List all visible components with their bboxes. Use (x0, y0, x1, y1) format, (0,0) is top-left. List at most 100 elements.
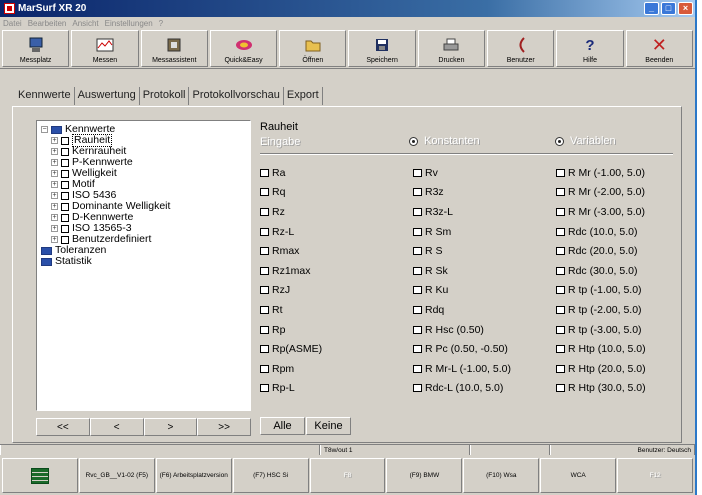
parameter-checkbox[interactable]: R tp (-1.00, 5.0) (556, 284, 680, 296)
parameter-checkbox[interactable]: R tp (-3.00, 5.0) (556, 324, 680, 336)
parameter-checkbox[interactable]: R Mr (-3.00, 5.0) (556, 206, 680, 218)
fkey-measure[interactable] (2, 458, 78, 493)
parameter-checkbox[interactable]: R Htp (30.0, 5.0) (556, 382, 680, 394)
parameter-checkbox[interactable]: Rq (260, 186, 413, 198)
fkey-f11[interactable]: WCA (540, 458, 617, 493)
drucken-button[interactable]: Drucken (417, 30, 486, 67)
tree-checkbox[interactable] (61, 147, 69, 156)
parameter-checkbox[interactable]: R tp (-2.00, 5.0) (556, 304, 680, 316)
parameter-checkbox[interactable]: Rv (413, 167, 556, 179)
tree-checkbox[interactable] (61, 213, 69, 222)
parameter-checkbox[interactable]: RzJ (260, 284, 413, 296)
fkey-f9[interactable]: (F9) BMW (386, 458, 463, 493)
menu-help[interactable]: ? (159, 19, 163, 28)
alle-button[interactable]: Alle (260, 417, 305, 435)
expand-icon[interactable]: + (51, 225, 58, 232)
parameter-checkbox[interactable]: R Htp (10.0, 5.0) (556, 343, 680, 355)
parameter-checkbox[interactable]: R Htp (20.0, 5.0) (556, 363, 680, 375)
first-button[interactable]: << (36, 418, 90, 436)
quick-easy-button[interactable]: Quick&Easy (209, 30, 278, 67)
parameter-checkbox[interactable]: R S (413, 245, 556, 257)
tab-auswertung[interactable]: Auswertung (75, 87, 140, 105)
tree-checkbox[interactable] (61, 224, 69, 233)
messplatz-button[interactable]: Messplatz (2, 30, 70, 67)
parameter-checkbox[interactable]: Rdc-L (10.0, 5.0) (413, 382, 556, 394)
checkbox-icon (556, 305, 565, 314)
expand-icon[interactable]: + (51, 148, 58, 155)
parameter-checkbox[interactable]: Rdc (30.0, 5.0) (556, 265, 680, 277)
parameter-tree[interactable]: − Kennwerte + Rauheit + Kernrauheit + P-… (36, 120, 251, 411)
beenden-button[interactable]: ✕ Beenden (625, 30, 693, 67)
parameter-checkbox[interactable]: Rp (260, 324, 413, 336)
expand-icon[interactable]: + (51, 170, 58, 177)
parameter-checkbox[interactable]: Rp-L (260, 382, 413, 394)
radio-konstanten[interactable]: Konstanten (409, 135, 480, 147)
parameter-label: R Pc (0.50, -0.50) (425, 343, 508, 356)
expand-icon[interactable]: + (51, 159, 58, 166)
parameter-checkbox[interactable]: R Ku (413, 284, 556, 296)
expand-icon[interactable]: + (51, 181, 58, 188)
parameter-checkbox[interactable]: Ra (260, 167, 413, 179)
keine-button[interactable]: Keine (306, 417, 351, 435)
maximize-icon[interactable]: □ (661, 2, 676, 15)
menu-datei[interactable]: Datei (3, 19, 22, 28)
parameter-checkbox[interactable]: R Sm (413, 226, 556, 238)
parameter-checkbox[interactable]: R3z (413, 186, 556, 198)
messen-button[interactable]: Messen (71, 30, 139, 67)
parameter-checkbox[interactable]: Rt (260, 304, 413, 316)
collapse-icon[interactable]: − (41, 126, 48, 133)
tab-kennwerte[interactable]: Kennwerte (15, 87, 75, 105)
parameter-checkbox[interactable]: Rz (260, 206, 413, 218)
expand-icon[interactable]: + (51, 137, 58, 144)
parameter-checkbox[interactable]: R Mr-L (-1.00, 5.0) (413, 363, 556, 375)
messassistent-button[interactable]: Messassistent (140, 30, 208, 67)
benutzer-button[interactable]: Benutzer (487, 30, 555, 67)
fkey-f5[interactable]: Rvc_GB__V1-02 (F5) (78, 458, 155, 493)
parameter-checkbox[interactable]: Rz-L (260, 226, 413, 238)
tree-item[interactable]: Statistik (41, 256, 246, 267)
fkey-f6[interactable]: (F6) Arbeitsplatzversion (155, 458, 232, 493)
tree-checkbox[interactable] (61, 169, 69, 178)
menu-bearbeiten[interactable]: Bearbeiten (28, 19, 67, 28)
tree-checkbox[interactable] (61, 191, 69, 200)
menu-ansicht[interactable]: Ansicht (72, 19, 98, 28)
parameter-checkbox[interactable]: R Mr (-2.00, 5.0) (556, 186, 680, 198)
tree-checkbox[interactable] (61, 136, 69, 145)
tree-checkbox[interactable] (61, 180, 69, 189)
parameter-checkbox[interactable]: Rz1max (260, 265, 413, 277)
minimize-icon[interactable]: _ (644, 2, 659, 15)
parameter-checkbox[interactable]: R Pc (0.50, -0.50) (413, 343, 556, 355)
close-icon[interactable]: × (678, 2, 693, 15)
parameter-checkbox[interactable]: R Hsc (0.50) (413, 324, 556, 336)
tab-protokollvorschau[interactable]: Protokollvorschau (189, 87, 284, 105)
tree-checkbox[interactable] (61, 158, 69, 167)
tab-export[interactable]: Export (284, 87, 323, 105)
menu-einstellungen[interactable]: Einstellungen (105, 19, 153, 28)
hilfe-button[interactable]: ? Hilfe (556, 30, 624, 67)
tree-checkbox[interactable] (61, 202, 69, 211)
prev-button[interactable]: < (89, 418, 144, 436)
parameter-checkbox[interactable]: Rdc (20.0, 5.0) (556, 245, 680, 257)
fkey-f7[interactable]: (F7) HSC Si (232, 458, 309, 493)
parameter-checkbox[interactable]: Rmax (260, 245, 413, 257)
fkey-f10[interactable]: (F10) Wsa (463, 458, 540, 493)
parameter-checkbox[interactable]: Rdc (10.0, 5.0) (556, 226, 680, 238)
expand-icon[interactable]: + (51, 236, 58, 243)
parameter-checkbox[interactable]: Rdq (413, 304, 556, 316)
radio-variablen[interactable]: Variablen (555, 135, 616, 147)
parameter-checkbox[interactable]: R Mr (-1.00, 5.0) (556, 167, 680, 179)
tree-checkbox[interactable] (61, 235, 69, 244)
parameter-checkbox[interactable]: Rpm (260, 363, 413, 375)
parameter-checkbox[interactable]: R3z-L (413, 206, 556, 218)
oeffnen-button[interactable]: Öffnen (279, 30, 347, 67)
expand-icon[interactable]: + (51, 203, 58, 210)
checkbox-icon (260, 227, 269, 236)
next-button[interactable]: > (143, 418, 198, 436)
parameter-checkbox[interactable]: Rp(ASME) (260, 343, 413, 355)
last-button[interactable]: >> (197, 418, 251, 436)
parameter-checkbox[interactable]: R Sk (413, 265, 556, 277)
tab-protokoll[interactable]: Protokoll (140, 87, 190, 105)
expand-icon[interactable]: + (51, 214, 58, 221)
expand-icon[interactable]: + (51, 192, 58, 199)
speichern-button[interactable]: Speichern (348, 30, 416, 67)
